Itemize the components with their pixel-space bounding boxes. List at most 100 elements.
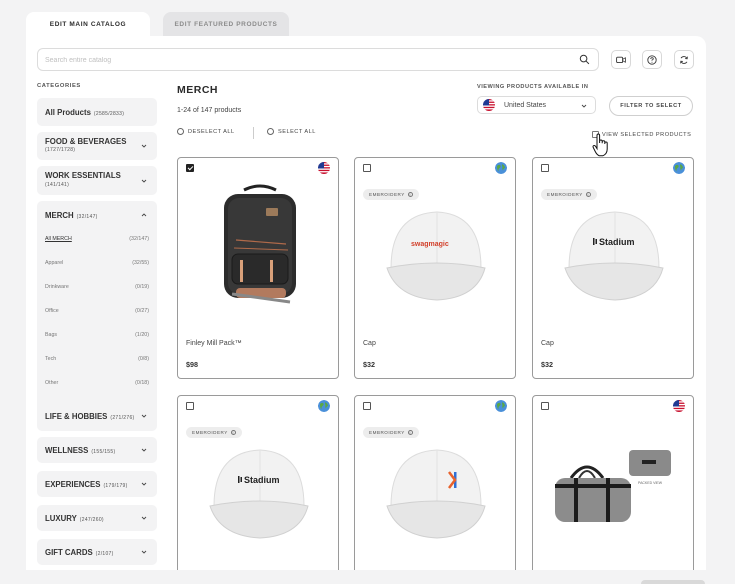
product-price: $32 [541,360,553,369]
cap-logo-text: swagmagic [411,241,449,248]
backpack-image [224,184,296,304]
search-input[interactable] [38,50,558,71]
embroidery-badge: EMBROIDERY i [363,189,419,200]
viewing-products-label: VIEWING PRODUCTS AVAILABLE IN [477,84,589,90]
subcategory-tech[interactable]: Tech (0/8) [45,356,149,362]
subcategory-drinkware[interactable]: Drinkware (0/19) [45,284,149,290]
subcategory-other[interactable]: Other (0/18) [45,380,149,386]
help-icon [647,54,657,65]
product-price: $98 [186,360,198,369]
refresh-icon [680,55,688,64]
country-select-value: United States [504,101,547,109]
category-label: GIFT CARDS [45,548,93,557]
search-bar [37,48,599,71]
category-label: All Products [45,108,91,117]
category-count: (247/260) [79,517,104,523]
filter-to-select-button[interactable]: FILTER TO SELECT [609,96,693,116]
radio-icon [177,128,184,135]
product-checkbox[interactable] [541,164,549,172]
product-price: $32 [363,360,375,369]
category-count: (1727/1728) [45,147,76,153]
category-all-products[interactable]: All Products (2585/2833) [37,98,157,126]
product-card[interactable]: PACKED VIEW [532,395,694,584]
info-icon[interactable]: i [585,192,591,197]
refresh-button[interactable] [674,50,694,69]
globe-icon [673,162,685,174]
product-checkbox[interactable] [186,402,194,410]
search-icon[interactable] [579,54,590,65]
product-checkbox[interactable] [363,164,371,172]
product-card[interactable]: EMBROIDERY i swagmagic Cap $32 [354,157,516,379]
chevron-down-icon [141,516,147,520]
cap-image [386,449,486,539]
deselect-all-option[interactable]: DESELECT ALL [177,128,235,135]
radio-icon [267,128,274,135]
chevron-down-icon [581,104,587,108]
category-label: EXPERIENCES [45,480,101,489]
cap-logo-text: Stadium [599,237,635,247]
help-button[interactable] [642,50,662,69]
tab-edit-featured-products[interactable]: EDIT FEATURED PRODUCTS [163,12,289,36]
embroidery-badge: EMBROIDERY i [186,427,242,438]
category-merch: MERCH (32/147) All MERCH (32/147) Apparel(… [37,201,157,431]
category-count: (32/147) [76,214,98,220]
category-label: WELLNESS [45,446,89,455]
subcategory-apparel[interactable]: Apparel (32/55) [45,260,149,266]
globe-icon [495,162,507,174]
info-icon[interactable]: i [407,192,413,197]
us-flag-icon [318,162,330,174]
category-label: WORK ESSENTIALS [45,171,121,180]
category-life-hobbies[interactable]: LIFE & HOBBIES (271/276) [37,403,157,429]
product-name: Cap [541,340,554,347]
product-count: 1-24 of 147 products [177,107,242,114]
category-work-essentials[interactable]: WORK ESSENTIALS (141/141) [37,166,157,195]
chevron-down-icon [141,144,147,148]
chevron-down-icon [141,482,147,486]
bottom-bar [0,570,735,584]
subcategory-office[interactable]: Office (0/27) [45,308,149,314]
product-name: Finley Mill Pack™ [186,340,242,347]
subcategory-all-merch[interactable]: All MERCH (32/147) [45,236,149,242]
category-luxury[interactable]: LUXURY (247/260) [37,505,157,531]
embroidery-badge: EMBROIDERY i [363,427,419,438]
category-count: (141/141) [45,182,70,188]
select-all-option[interactable]: SELECT ALL [267,128,316,135]
product-checkbox[interactable] [186,164,194,172]
tab-edit-main-catalog[interactable]: EDIT MAIN CATALOG [26,12,150,36]
category-wellness[interactable]: WELLNESS (155/155) [37,437,157,463]
category-merch-header[interactable]: MERCH (32/147) [45,211,98,220]
cap-image: Stadium [564,211,664,301]
chevron-down-icon [141,448,147,452]
globe-icon [495,400,507,412]
category-experiences[interactable]: EXPERIENCES (179/179) [37,471,157,497]
info-icon[interactable]: i [230,430,236,435]
product-checkbox[interactable] [541,402,549,410]
product-checkbox[interactable] [363,402,371,410]
chevron-down-icon [141,550,147,554]
embroidery-badge: EMBROIDERY i [541,189,597,200]
product-card[interactable]: EMBROIDERY i Stadium Cap $32 [532,157,694,379]
video-button[interactable] [611,50,631,69]
category-count: (179/179) [103,483,128,489]
info-icon[interactable]: i [407,430,413,435]
category-label: LUXURY [45,514,77,523]
cap-image: Stadium [209,449,309,539]
product-card[interactable]: EMBROIDERY i [354,395,516,584]
chevron-up-icon[interactable] [141,212,147,218]
divider [253,127,254,139]
video-icon [616,56,626,63]
category-label: FOOD & BEVERAGES [45,137,127,146]
us-flag-icon [673,400,685,412]
scroll-indicator [641,580,705,584]
country-select[interactable]: United States [477,96,596,114]
category-food-beverages[interactable]: FOOD & BEVERAGES (1727/1728) [37,132,157,160]
subcategory-bags[interactable]: Bags (1/20) [45,332,149,338]
product-name: Cap [363,340,376,347]
product-card[interactable]: EMBROIDERY i Stadium [177,395,339,584]
product-card[interactable]: Finley Mill Pack™ $98 [177,157,339,379]
category-count: (2/107) [95,551,114,557]
category-gift-cards[interactable]: GIFT CARDS (2/107) [37,539,157,565]
globe-icon [318,400,330,412]
duffel-bag-image: PACKED VIEW [555,450,671,522]
chevron-down-icon [141,414,147,418]
